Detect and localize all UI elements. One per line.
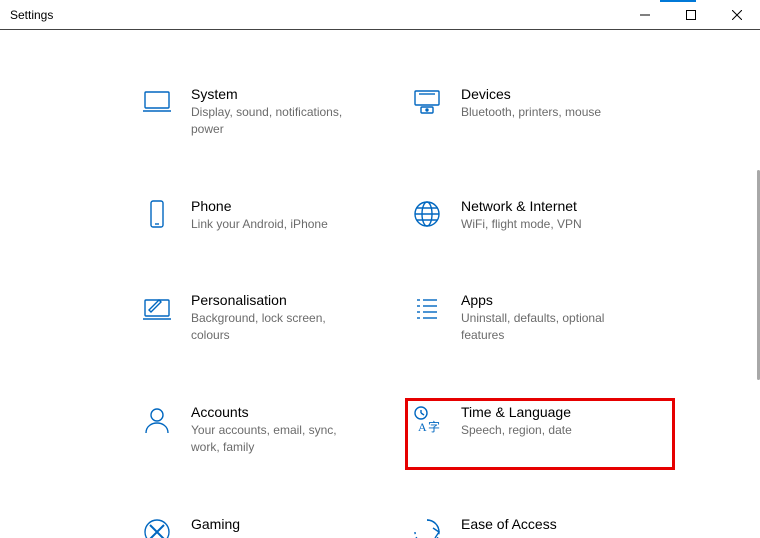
tile-sub: Background, lock screen, colours bbox=[191, 310, 361, 344]
window-title: Settings bbox=[10, 8, 53, 22]
globe-icon bbox=[411, 198, 443, 230]
tile-sub: Bluetooth, printers, mouse bbox=[461, 104, 601, 121]
close-icon bbox=[732, 10, 742, 20]
tile-sub: Uninstall, defaults, optional features bbox=[461, 310, 631, 344]
tile-ease-of-access[interactable]: Ease of Access bbox=[405, 510, 675, 538]
tile-title: Ease of Access bbox=[461, 516, 557, 532]
maximize-icon bbox=[686, 10, 696, 20]
tile-title: Network & Internet bbox=[461, 198, 582, 214]
tile-devices[interactable]: Devices Bluetooth, printers, mouse bbox=[405, 80, 675, 152]
tile-phone[interactable]: Phone Link your Android, iPhone bbox=[135, 192, 405, 247]
tile-gaming[interactable]: Gaming bbox=[135, 510, 405, 538]
titlebar: Settings bbox=[0, 0, 760, 30]
tile-title: Accounts bbox=[191, 404, 361, 420]
tile-sub: Display, sound, notifications, power bbox=[191, 104, 361, 138]
ease-of-access-icon bbox=[411, 516, 443, 538]
settings-grid: System Display, sound, notifications, po… bbox=[135, 80, 760, 538]
apps-icon bbox=[411, 292, 443, 324]
tile-sub: Your accounts, email, sync, work, family bbox=[191, 422, 361, 456]
tile-title: Personalisation bbox=[191, 292, 361, 308]
tile-sub: WiFi, flight mode, VPN bbox=[461, 216, 582, 233]
tile-title: Time & Language bbox=[461, 404, 572, 420]
phone-icon bbox=[141, 198, 173, 230]
minimize-icon bbox=[640, 10, 650, 20]
tile-title: Apps bbox=[461, 292, 631, 308]
accounts-icon bbox=[141, 404, 173, 436]
maximize-button[interactable] bbox=[668, 0, 714, 29]
tile-accounts[interactable]: Accounts Your accounts, email, sync, wor… bbox=[135, 398, 405, 470]
system-icon bbox=[141, 86, 173, 118]
minimize-button[interactable] bbox=[622, 0, 668, 29]
svg-text:字: 字 bbox=[428, 419, 440, 434]
tile-title: System bbox=[191, 86, 361, 102]
tile-time-language[interactable]: A字 Time & Language Speech, region, date bbox=[405, 398, 675, 470]
close-button[interactable] bbox=[714, 0, 760, 29]
tile-system[interactable]: System Display, sound, notifications, po… bbox=[135, 80, 405, 152]
svg-text:A: A bbox=[418, 420, 427, 434]
window-accent-strip bbox=[660, 0, 696, 2]
tile-personalisation[interactable]: Personalisation Background, lock screen,… bbox=[135, 286, 405, 358]
content-area: System Display, sound, notifications, po… bbox=[0, 30, 760, 538]
time-language-icon: A字 bbox=[411, 404, 443, 436]
tile-network[interactable]: Network & Internet WiFi, flight mode, VP… bbox=[405, 192, 675, 247]
gaming-icon bbox=[141, 516, 173, 538]
tile-sub: Speech, region, date bbox=[461, 422, 572, 439]
tile-apps[interactable]: Apps Uninstall, defaults, optional featu… bbox=[405, 286, 675, 358]
tile-title: Phone bbox=[191, 198, 328, 214]
devices-icon bbox=[411, 86, 443, 118]
tile-sub: Link your Android, iPhone bbox=[191, 216, 328, 233]
tile-title: Gaming bbox=[191, 516, 240, 532]
tile-title: Devices bbox=[461, 86, 601, 102]
titlebar-controls bbox=[622, 0, 760, 29]
personalisation-icon bbox=[141, 292, 173, 324]
